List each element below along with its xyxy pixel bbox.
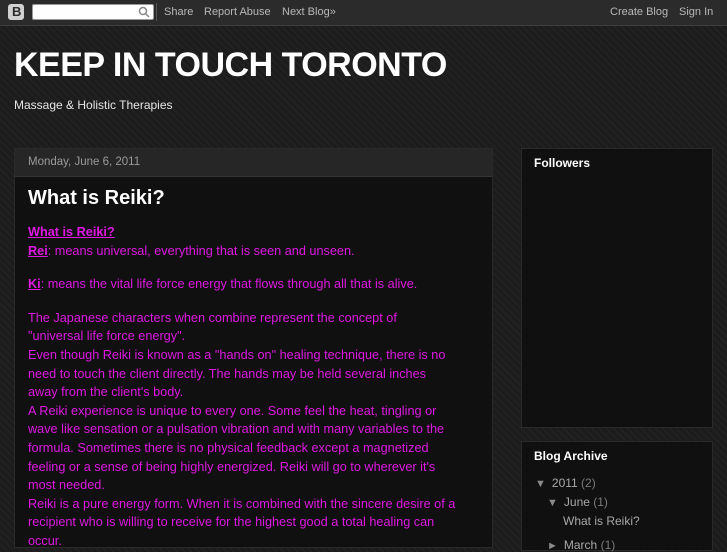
body-line: formula. Sometimes there is no physical … [28,440,429,455]
body-line: "universal life force energy". [28,329,186,344]
archive-post-link[interactable]: What is Reiki? [563,514,640,528]
body-line: away from the client's body. [28,385,184,400]
collapse-triangle-icon[interactable]: ▼ [535,478,546,490]
blogger-navbar: B Share Report Abuse Next Blog» Create B… [0,0,727,26]
main-post-column: Monday, June 6, 2011 What is Reiki? What… [14,148,493,548]
body-line: need to touch the client directly. The h… [28,366,427,381]
archive-month-march[interactable]: ► March (1) [547,538,615,552]
collapse-triangle-icon[interactable]: ▼ [547,497,558,509]
body-line: Even though Reiki is known as a "hands o… [28,347,446,362]
post-date: Monday, June 6, 2011 [28,156,141,168]
rei-term: Rei [28,243,48,258]
date-header: Monday, June 6, 2011 [15,149,492,177]
archive-month-june[interactable]: ▼ June (1) [547,495,608,509]
body-line: recipient who is willing to receive for … [28,515,435,530]
body-line: The Japanese characters when combine rep… [28,310,397,325]
body-line: Reiki is a pure energy form. When it is … [28,496,456,511]
followers-widget: Followers [521,148,713,428]
body-line: A Reiki experience is unique to every on… [28,403,437,418]
ki-term: Ki [28,277,41,292]
nav-divider [156,3,157,21]
sign-in-link[interactable]: Sign In [679,6,713,18]
expand-triangle-icon[interactable]: ► [547,540,558,552]
archive-title: Blog Archive [534,449,608,463]
blog-archive-widget: Blog Archive ▼ 2011 (2) ▼ June (1) What is… [521,441,713,552]
search-icon[interactable] [138,6,150,18]
followers-title: Followers [534,156,591,170]
create-blog-link[interactable]: Create Blog [610,6,668,18]
blog-description: Massage & Holistic Therapies [14,98,173,112]
body-line: most needed. [28,478,105,493]
body-line: occur. [28,533,62,548]
post-body: What is Reiki? Rei: means universal, eve… [28,223,488,551]
post-title[interactable]: What is Reiki? [28,187,165,210]
search-input[interactable] [32,4,154,20]
share-link[interactable]: Share [164,6,193,18]
blog-title[interactable]: KEEP IN TOUCH TORONTO [14,46,447,85]
report-abuse-link[interactable]: Report Abuse [204,6,271,18]
rei-definition: : means universal, everything that is se… [47,243,355,258]
ki-definition: : means the vital life force energy that… [40,277,418,292]
body-line: feeling or a sense of being highly energ… [28,459,436,474]
archive-year-2011[interactable]: ▼ 2011 (2) [535,476,596,490]
next-blog-link[interactable]: Next Blog» [282,6,336,18]
body-line: wave like sensation or a pulsation vibra… [28,422,445,437]
heading-link[interactable]: What is Reiki? [28,225,115,239]
blogger-logo-icon[interactable]: B [8,4,24,20]
